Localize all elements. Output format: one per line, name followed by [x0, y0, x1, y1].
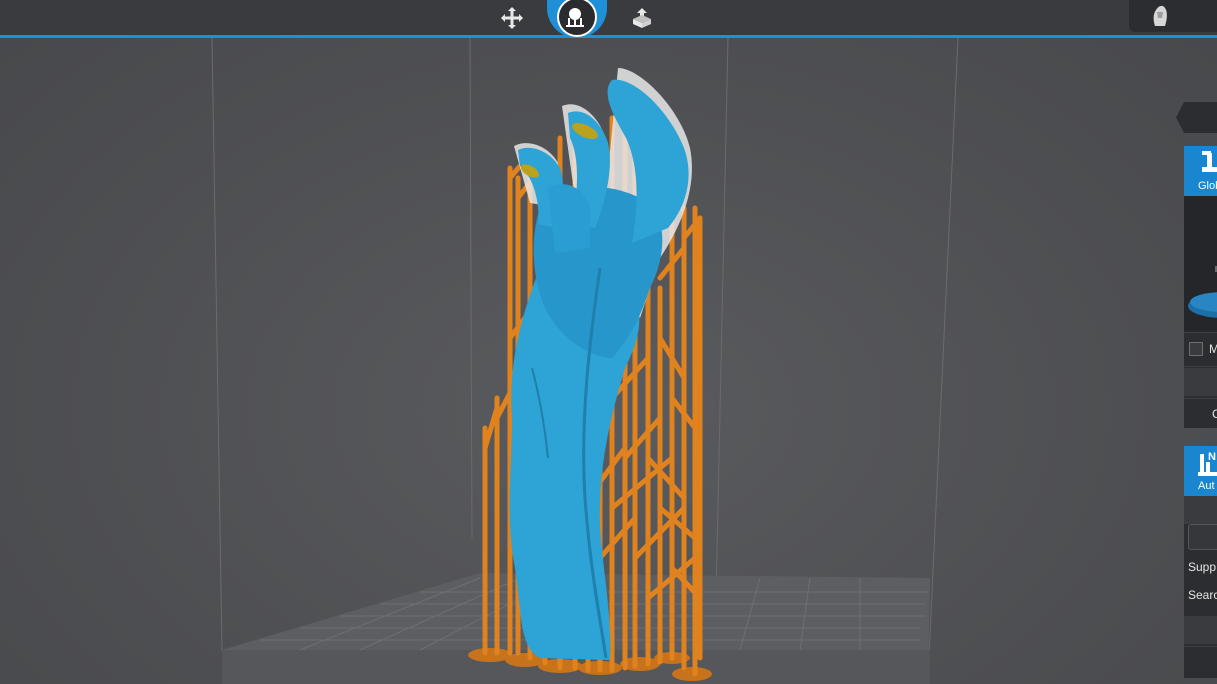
auto-supports-panel: N Aut Supp Searc: [1184, 446, 1217, 678]
model-thumbnail-panel[interactable]: [1129, 0, 1217, 32]
move-arrows-icon: [501, 7, 523, 29]
3d-viewport[interactable]: [0, 38, 1217, 684]
model-thumbnail-icon: [1153, 5, 1167, 26]
auto-supports-row[interactable]: [1184, 496, 1217, 524]
export-icon: [633, 8, 651, 28]
settings-row[interactable]: [1184, 368, 1217, 396]
supports-icon: [566, 8, 584, 27]
search-label: Searc: [1188, 588, 1217, 602]
auto-supports-input[interactable]: [1188, 524, 1217, 550]
supports-stage-button[interactable]: [553, 0, 597, 36]
panel-divider: [1184, 398, 1217, 399]
support-preview: [1184, 196, 1217, 332]
panel-divider: [1184, 646, 1217, 647]
prepare-stage-button[interactable]: [490, 0, 534, 36]
stage-toolbar: [0, 0, 1217, 38]
hand-model[interactable]: [509, 68, 692, 660]
support-label: Supp: [1188, 560, 1217, 574]
mini-supports-checkbox[interactable]: [1189, 342, 1203, 356]
auto-supports-action[interactable]: [1184, 616, 1217, 644]
auto-supports-label: Aut: [1198, 480, 1215, 492]
mini-supports-label: M: [1209, 342, 1217, 356]
export-stage-button[interactable]: [620, 0, 664, 36]
global-settings-header[interactable]: Glob: [1184, 146, 1217, 196]
panel-divider: [1184, 332, 1217, 333]
support-settings-icon: [1202, 151, 1217, 172]
global-settings-panel: Glob M C: [1184, 146, 1217, 428]
panel-collapse-handle[interactable]: [1176, 102, 1217, 133]
support-preview-graphic: [1188, 266, 1217, 318]
settings-row-label: C: [1212, 407, 1217, 421]
slicer-app: Glob M C N Aut Supp: [0, 0, 1217, 684]
global-settings-label: Glob: [1198, 180, 1217, 192]
auto-supports-header[interactable]: N Aut: [1184, 446, 1217, 496]
auto-supports-icon-text: N: [1208, 451, 1216, 463]
panel-divider: [1184, 366, 1217, 367]
